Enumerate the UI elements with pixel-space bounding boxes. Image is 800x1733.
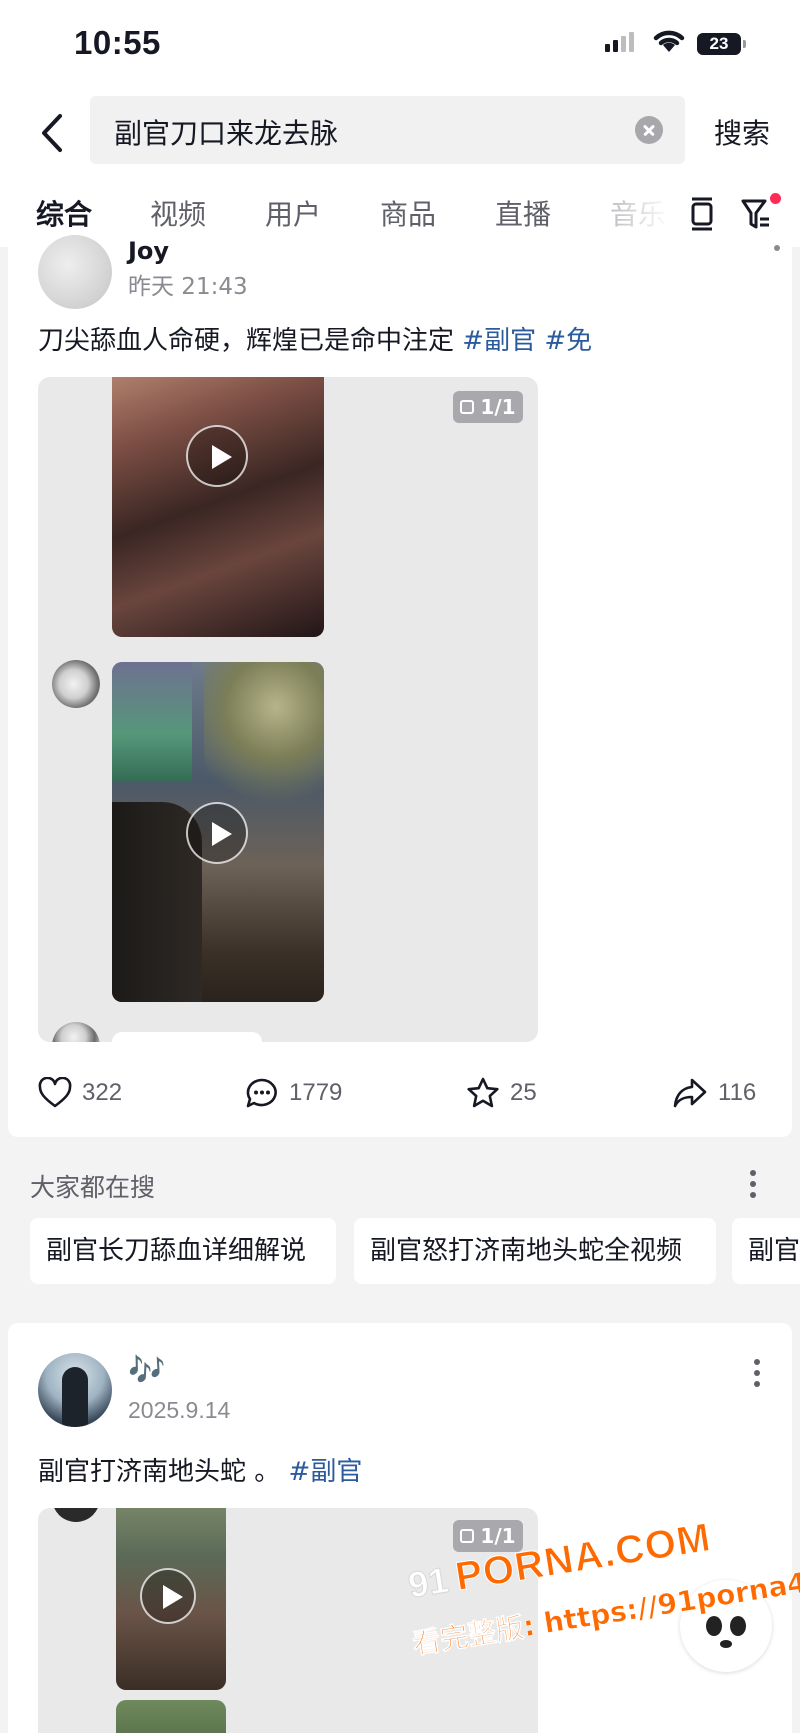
search-query: 副官刀口来龙去脉 [114,117,339,150]
status-time: 10:55 [74,24,161,61]
more-options-icon[interactable] [754,1359,760,1387]
comment-icon [246,1078,277,1108]
street-sign-image [112,662,192,782]
hashtag-link[interactable]: #免 [544,326,592,356]
wifi-icon [653,30,685,52]
hashtag-link[interactable]: #副官 [462,326,536,356]
heart-icon [38,1077,72,1108]
clear-icon[interactable] [635,116,663,144]
like-button[interactable]: 322 [38,1077,122,1109]
share-button[interactable]: 116 [672,1077,756,1109]
tab-video[interactable]: 视频 [150,193,206,233]
video-thumbnail[interactable] [116,1508,226,1690]
avatar-figure [62,1367,88,1427]
comment-avatar [52,1508,100,1522]
avatar[interactable] [38,1353,112,1427]
play-icon[interactable] [186,802,248,864]
search-input[interactable]: 副官刀口来龙去脉 [90,96,685,164]
search-tabs: 综合 视频 用户 商品 直播 音乐 [0,185,800,247]
watermark-prefix: 91 [405,1558,452,1606]
tab-fade [610,185,670,245]
caption-text: 副官打济南地头蛇 。 [38,1457,281,1487]
tab-products[interactable]: 商品 [380,193,436,233]
tab-live[interactable]: 直播 [495,193,551,233]
like-count: 322 [82,1079,123,1106]
post-card[interactable]: Joy 昨天 21:43 刀尖舔血人命硬，辉煌已是命中注定 #副官 #免 1/1 [8,235,792,1137]
post-actions: 322 1779 25 116 [8,1077,792,1117]
status-bar: 10:55 23 [0,0,800,90]
post-time: 昨天 21:43 [128,274,248,300]
trending-chip[interactable]: 副官 [732,1218,800,1284]
search-header: 副官刀口来龙去脉 搜索 [0,90,800,185]
trending-title: 大家都在搜 [30,1173,156,1202]
post-time: 2025.9.14 [128,1397,231,1423]
more-options-icon[interactable] [750,1170,756,1198]
gallery-icon [460,400,475,414]
share-icon [673,1078,707,1108]
post-caption: 副官打济南地头蛇 。 #副官 [38,1451,362,1488]
trees-image [204,662,324,812]
video-thumbnail[interactable] [112,377,324,637]
avatar[interactable] [38,235,112,309]
more-options-icon[interactable] [774,245,780,251]
comment-button[interactable]: 1779 [245,1077,342,1109]
video-thumbnail[interactable] [116,1700,226,1733]
play-icon[interactable] [140,1568,196,1624]
search-button[interactable]: 搜索 [714,112,770,152]
caption-text: 刀尖舔血人命硬，辉煌已是命中注定 [38,326,455,356]
comment-bubble [112,1032,262,1042]
username[interactable]: 🎶 [128,1353,165,1388]
comment-avatar [52,1022,100,1042]
favorite-count: 25 [510,1079,537,1106]
layout-toggle-icon[interactable] [688,197,716,231]
favorite-button[interactable]: 25 [466,1077,537,1109]
trending-chip[interactable]: 副官长刀舔血详细解说 [30,1218,336,1284]
play-icon[interactable] [186,425,248,487]
comment-avatar [52,660,100,708]
media-count-badge: 1/1 [453,391,523,423]
media-preview[interactable]: 1/1 [38,377,538,1042]
share-count: 116 [718,1079,757,1106]
back-arrow-icon[interactable] [34,108,74,158]
media-count: 1/1 [480,395,516,419]
username[interactable]: Joy [128,237,169,265]
video-thumbnail[interactable] [112,662,324,1002]
signal-icon [605,32,634,52]
hashtag-link[interactable]: #副官 [289,1457,363,1487]
battery-icon: 23 [697,33,746,55]
star-icon [467,1077,499,1108]
tab-users[interactable]: 用户 [265,193,321,233]
trending-chip[interactable]: 副官怒打济南地头蛇全视频 [354,1218,716,1284]
comment-count: 1779 [289,1079,343,1106]
tab-comprehensive[interactable]: 综合 [36,193,92,233]
filter-icon[interactable] [740,197,772,231]
notification-dot [770,193,781,204]
post-caption: 刀尖舔血人命硬，辉煌已是命中注定 #副官 #免 [38,320,592,357]
